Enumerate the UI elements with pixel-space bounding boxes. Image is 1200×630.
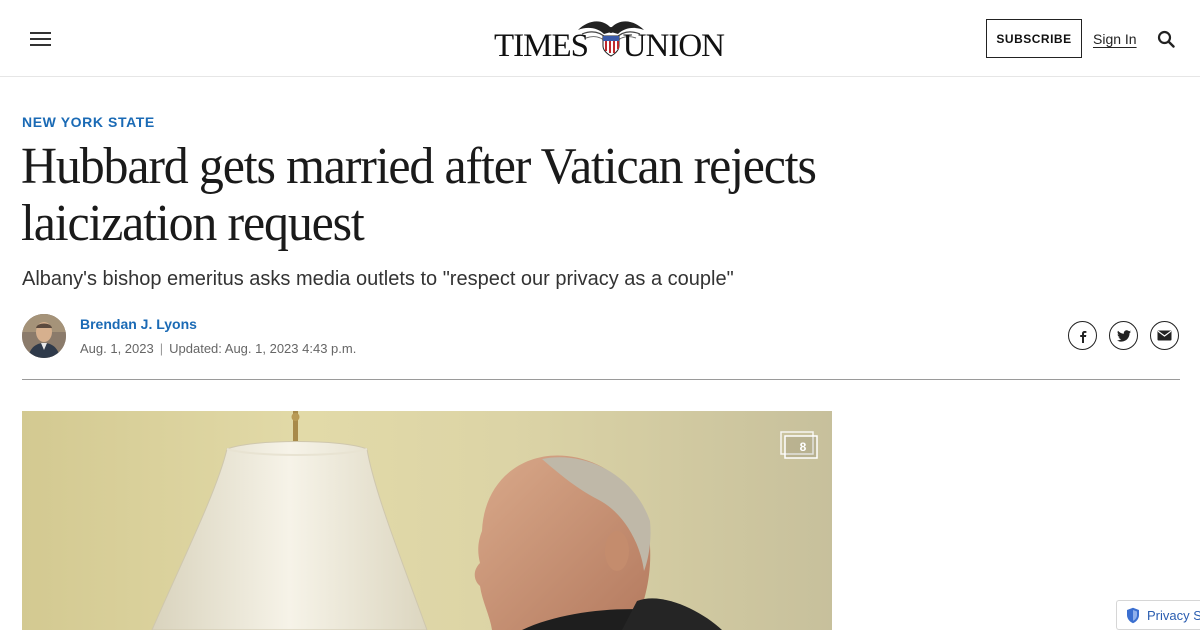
top-navigation-bar: TIMES UNION SUBSCRIBE Sign In — [0, 0, 1200, 77]
gallery-count-label: 8 — [799, 440, 807, 454]
share-twitter-button[interactable] — [1109, 321, 1138, 350]
search-icon[interactable] — [1157, 30, 1175, 48]
updated-date: Updated: Aug. 1, 2023 4:43 p.m. — [169, 341, 357, 356]
byline-divider — [22, 379, 1180, 380]
privacy-settings-tab[interactable]: Privacy S — [1116, 600, 1200, 630]
hero-photo[interactable]: 8 — [22, 411, 832, 630]
shield-icon — [1127, 607, 1139, 624]
published-date: Aug. 1, 2023 — [80, 341, 154, 356]
article-headline: Hubbard gets married after Vatican rejec… — [21, 138, 817, 252]
privacy-label: Privacy S — [1147, 608, 1200, 623]
twitter-icon — [1116, 329, 1131, 342]
article-subheadline: Albany's bishop emeritus asks media outl… — [22, 268, 734, 290]
article-timestamps: Aug. 1, 2023 | Updated: Aug. 1, 2023 4:43 … — [80, 341, 356, 356]
logo-text-left: TIMES — [494, 28, 589, 64]
site-logo[interactable]: TIMES UNION — [494, 14, 726, 64]
facebook-icon — [1079, 330, 1086, 343]
subscribe-button[interactable]: SUBSCRIBE — [986, 19, 1082, 58]
logo-text-right: UNION — [622, 28, 725, 64]
share-email-button[interactable] — [1150, 321, 1179, 350]
photo-illustration — [22, 411, 832, 630]
email-icon — [1157, 330, 1172, 341]
author-name-link[interactable]: Brendan J. Lyons — [80, 316, 197, 332]
meta-separator: | — [159, 341, 164, 356]
section-label[interactable]: NEW YORK STATE — [22, 114, 155, 130]
author-avatar[interactable] — [22, 314, 66, 358]
author-portrait-icon — [22, 314, 66, 358]
share-facebook-button[interactable] — [1068, 321, 1097, 350]
sign-in-link[interactable]: Sign In — [1093, 31, 1137, 47]
menu-icon[interactable] — [30, 32, 52, 48]
byline: Brendan J. Lyons Aug. 1, 2023 | Updated: A… — [22, 314, 1180, 364]
